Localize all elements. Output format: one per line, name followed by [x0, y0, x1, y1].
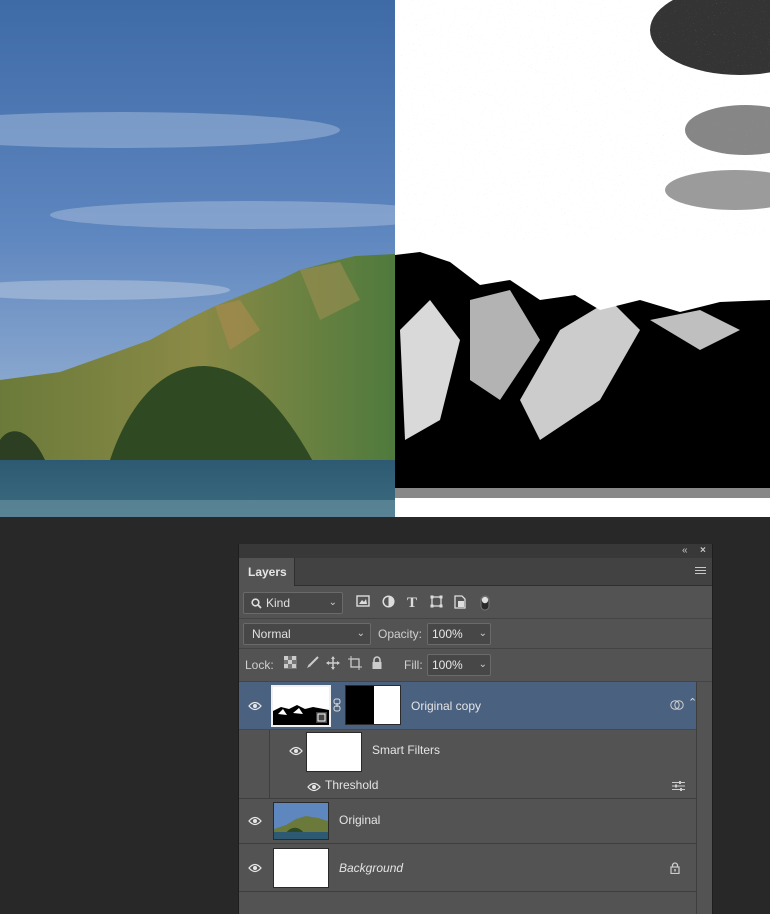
chevron-down-icon[interactable]: ⌄ [479, 624, 487, 644]
opacity-value: 100% [432, 627, 463, 641]
type-filter-icon[interactable]: T [404, 595, 420, 611]
panel-title-bar[interactable]: « × [239, 544, 712, 558]
layer-row-background[interactable]: Background [239, 844, 696, 892]
opacity-label: Opacity: [378, 627, 423, 641]
lock-artboard-icon[interactable] [347, 656, 363, 672]
eye-icon[interactable] [248, 816, 262, 826]
pixel-filter-icon[interactable] [355, 595, 371, 611]
filter-toggle-icon[interactable] [477, 595, 493, 611]
smart-filter-mask-thumbnail[interactable] [306, 732, 362, 772]
fill-value: 100% [432, 658, 463, 672]
threshold-preview-half [395, 0, 770, 517]
layers-scrollbar[interactable] [696, 682, 712, 914]
layer-row-original[interactable]: Original [239, 799, 696, 844]
chevron-down-icon: ⌄ [356, 628, 365, 639]
tab-layers[interactable]: Layers [239, 558, 295, 586]
canvas-image [0, 0, 770, 517]
adjustment-filter-icon[interactable] [380, 595, 396, 611]
layer-row-smart-filters[interactable]: Smart Filters [239, 730, 696, 773]
blend-mode-select[interactable]: Normal ⌄ [243, 623, 371, 645]
layer-name-background[interactable]: Background [339, 861, 403, 875]
filter-row: Kind ⌄ T [239, 587, 712, 619]
chevron-down-icon[interactable]: ⌄ [479, 655, 487, 675]
layer-name-original[interactable]: Original [339, 813, 380, 827]
filter-name-threshold[interactable]: Threshold [325, 778, 378, 792]
lock-all-icon[interactable] [369, 656, 385, 672]
search-icon [251, 598, 262, 609]
filter-kind-label: Kind [266, 596, 291, 610]
eye-icon[interactable] [248, 863, 262, 873]
opacity-field[interactable]: 100% ⌄ [427, 623, 491, 645]
fill-field[interactable]: 100% ⌄ [427, 654, 491, 676]
document-canvas[interactable] [0, 0, 770, 517]
layers-panel: « × Layers Kind ⌄ T Normal ⌄ Opacity: 10… [238, 544, 713, 914]
fill-label: Fill: [404, 658, 423, 672]
collapse-panel-button[interactable]: « [682, 544, 688, 557]
lock-image-pixels-icon[interactable] [304, 656, 320, 672]
lock-icon[interactable] [670, 862, 680, 874]
layer-row-original-copy[interactable]: Original copy ⌃ [239, 682, 697, 730]
link-icon[interactable] [333, 698, 341, 712]
layer-mask-thumbnail[interactable] [345, 685, 401, 725]
layer-name-original-copy[interactable]: Original copy [411, 699, 481, 713]
layer-name-smart-filters: Smart Filters [372, 743, 441, 757]
blend-row: Normal ⌄ Opacity: 100% ⌄ [239, 619, 712, 649]
eye-icon[interactable] [307, 782, 321, 792]
lock-label: Lock: [245, 658, 274, 672]
layer-thumbnail-background [273, 848, 329, 888]
layer-thumbnail-original-copy [271, 685, 331, 727]
eye-icon[interactable] [248, 701, 262, 711]
panel-menu-icon[interactable] [695, 567, 706, 576]
chevron-down-icon: ⌄ [328, 597, 337, 608]
filter-row-threshold[interactable]: Threshold [239, 773, 696, 799]
smart-filter-indicator-icon [670, 700, 684, 710]
filter-kind-select[interactable]: Kind ⌄ [243, 592, 343, 614]
close-panel-button[interactable]: × [700, 544, 706, 557]
panel-tab-row: Layers [239, 558, 712, 586]
lock-position-icon[interactable] [325, 656, 341, 672]
shape-filter-icon[interactable] [428, 595, 444, 611]
original-photo-half [0, 0, 450, 517]
lock-transparency-icon[interactable] [282, 656, 298, 672]
filter-blending-options-icon[interactable] [672, 781, 685, 791]
blend-mode-value: Normal [252, 627, 291, 641]
eye-icon[interactable] [289, 746, 303, 756]
layer-thumbnail-original [273, 802, 329, 840]
smart-object-filter-icon[interactable] [452, 595, 468, 611]
